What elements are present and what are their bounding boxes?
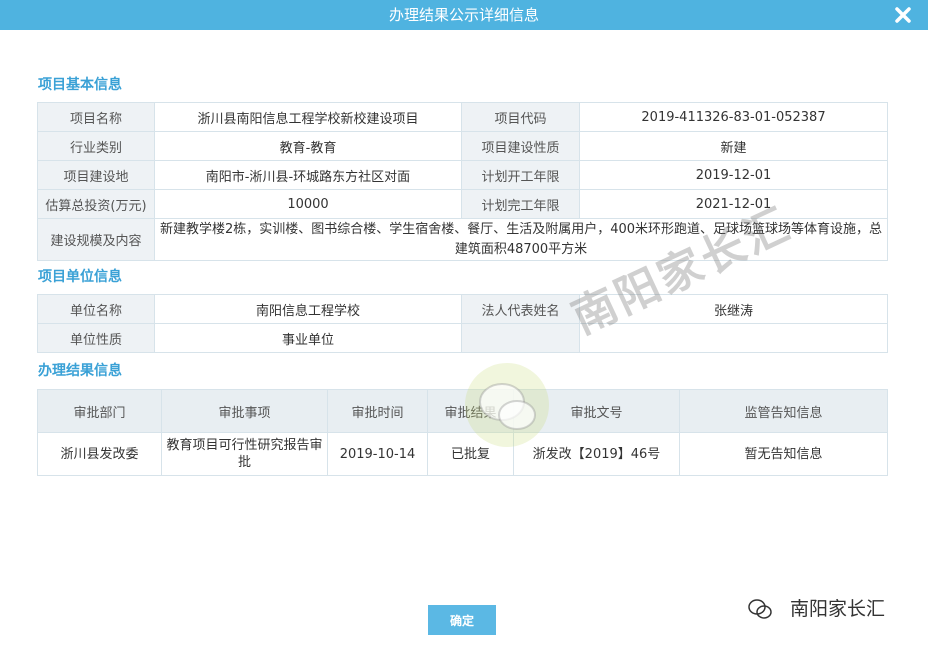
close-button[interactable]	[892, 4, 914, 26]
table-row: 单位名称 南阳信息工程学校 法人代表姓名 张继涛	[37, 294, 888, 324]
label-unit-nature: 单位性质	[37, 323, 155, 353]
header-time: 审批时间	[327, 389, 428, 433]
value-investment: 10000	[154, 189, 462, 219]
close-icon	[895, 7, 911, 23]
section-title-unit: 项目单位信息	[38, 269, 122, 285]
label-location: 项目建设地	[37, 160, 155, 190]
label-legal-rep: 法人代表姓名	[461, 294, 580, 324]
header-item: 审批事项	[161, 389, 328, 433]
table-row: 单位性质 事业单位	[37, 323, 888, 353]
cell-notice: 暂无告知信息	[679, 432, 888, 476]
unit-info-table: 单位名称 南阳信息工程学校 法人代表姓名 张继涛 单位性质 事业单位	[37, 294, 888, 353]
label-start-date: 计划开工年限	[461, 160, 580, 190]
value-start-date: 2019-12-01	[579, 160, 888, 190]
label-project-name: 项目名称	[37, 102, 155, 132]
ok-button[interactable]: 确定	[428, 605, 496, 635]
cell-dept: 浙川县发改委	[37, 432, 162, 476]
header-dept: 审批部门	[37, 389, 162, 433]
label-investment: 估算总投资(万元)	[37, 189, 155, 219]
section-title-basic: 项目基本信息	[38, 77, 122, 93]
wechat-icon	[748, 599, 772, 619]
table-row: 行业类别 教育-教育 项目建设性质 新建	[37, 131, 888, 161]
label-unit-name: 单位名称	[37, 294, 155, 324]
value-build-nature: 新建	[579, 131, 888, 161]
cell-time: 2019-10-14	[327, 432, 428, 476]
value-project-name: 浙川县南阳信息工程学校新校建设项目	[154, 102, 462, 132]
label-project-code: 项目代码	[461, 102, 580, 132]
table-row: 项目建设地 南阳市-淅川县-环城路东方社区对面 计划开工年限 2019-12-0…	[37, 160, 888, 190]
dialog-title: 办理结果公示详细信息	[388, 6, 539, 24]
value-industry: 教育-教育	[154, 131, 462, 161]
label-build-nature: 项目建设性质	[461, 131, 580, 161]
dialog-titlebar: 办理结果公示详细信息	[0, 0, 928, 30]
table-row: 项目名称 浙川县南阳信息工程学校新校建设项目 项目代码 2019-411326-…	[37, 102, 888, 132]
header-notice: 监管告知信息	[679, 389, 888, 433]
label-scale: 建设规模及内容	[37, 218, 155, 261]
section-title-result: 办理结果信息	[38, 363, 122, 379]
label-end-date: 计划完工年限	[461, 189, 580, 219]
value-unit-nature: 事业单位	[154, 323, 462, 353]
dialog-content: 项目基本信息 项目名称 浙川县南阳信息工程学校新校建设项目 项目代码 2019-…	[0, 30, 928, 649]
value-location: 南阳市-淅川县-环城路东方社区对面	[154, 160, 462, 190]
watermark-caption: 南阳家长汇	[790, 598, 886, 620]
label-empty	[461, 323, 580, 353]
value-project-code: 2019-411326-83-01-052387	[579, 102, 888, 132]
label-industry: 行业类别	[37, 131, 155, 161]
value-unit-name: 南阳信息工程学校	[154, 294, 462, 324]
cell-item: 教育项目可行性研究报告审批	[161, 432, 328, 476]
wechat-watermark-icon	[465, 363, 549, 447]
